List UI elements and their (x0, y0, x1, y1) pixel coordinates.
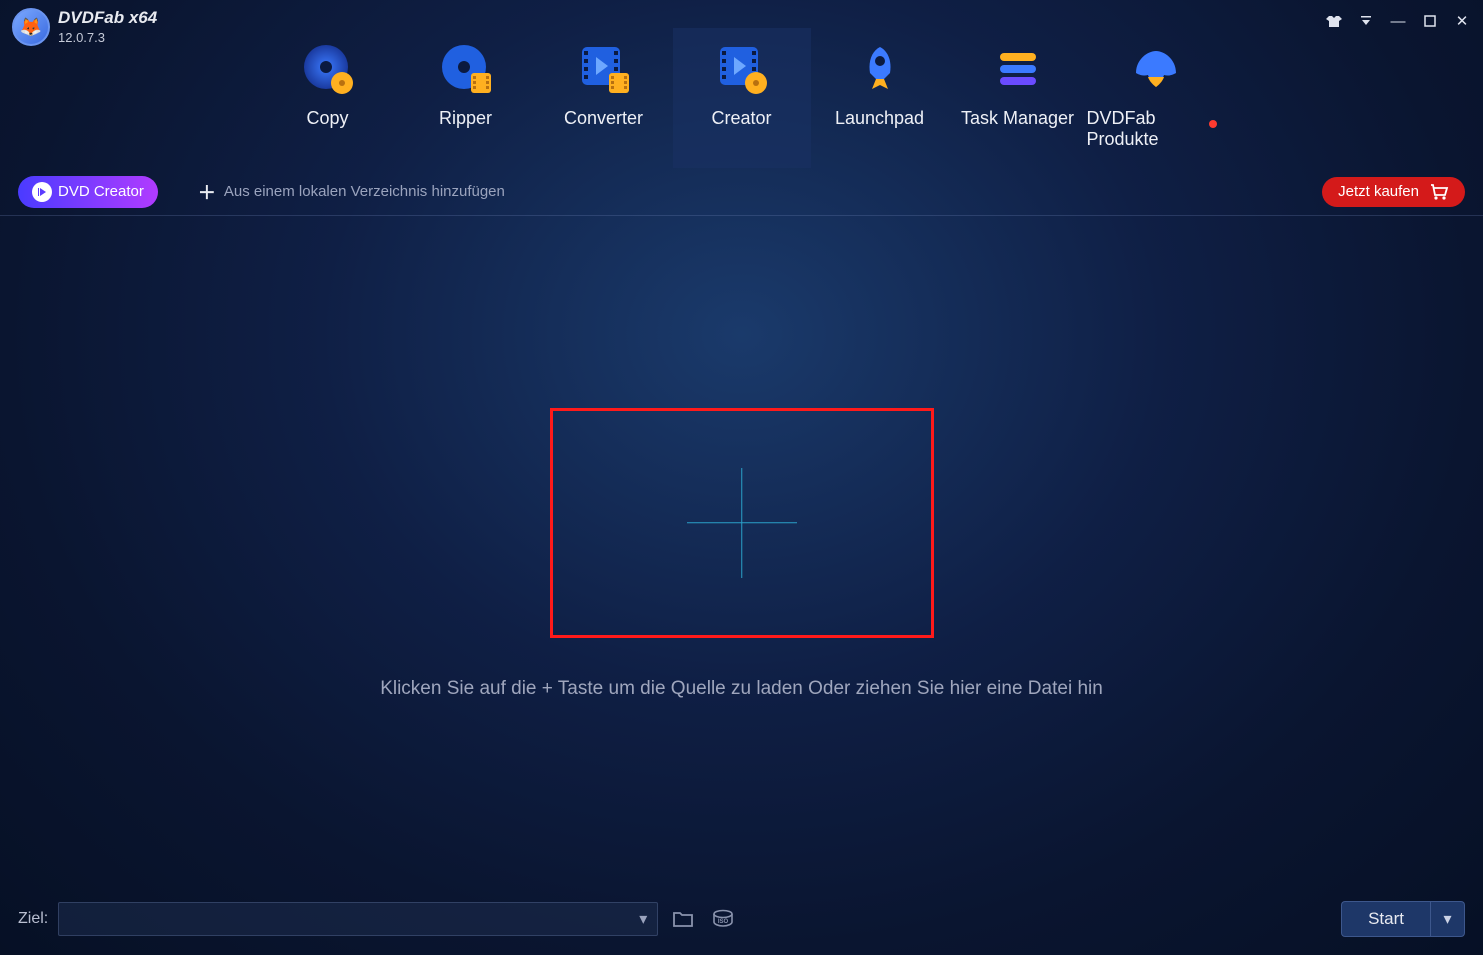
nav-label: Launchpad (835, 108, 924, 129)
mode-label: DVD Creator (58, 183, 144, 200)
add-source-dropzone[interactable] (550, 408, 934, 638)
nav-label: Converter (564, 108, 643, 129)
svg-text:ISO: ISO (718, 919, 729, 925)
converter-icon (575, 40, 633, 98)
plus-icon: ＋ (198, 179, 216, 205)
buy-now-button[interactable]: Jetzt kaufen (1322, 177, 1465, 207)
nav-converter[interactable]: Converter (535, 28, 673, 168)
nav-label: DVDFab Produkte (1087, 108, 1225, 150)
nav-ripper[interactable]: Ripper (397, 28, 535, 168)
ziel-dropdown[interactable]: ▾ (58, 902, 658, 936)
mode-selector[interactable]: DVD Creator (18, 176, 158, 208)
nav-launchpad[interactable]: Launchpad (811, 28, 949, 168)
rocket-icon (851, 40, 909, 98)
nav-creator[interactable]: Creator (673, 28, 811, 168)
nav-label: Task Manager (961, 108, 1074, 129)
cart-icon (1429, 183, 1449, 201)
notification-dot (1209, 120, 1217, 128)
disc-ripper-icon (437, 40, 495, 98)
task-list-icon (989, 40, 1047, 98)
products-icon (1127, 40, 1185, 98)
mode-icon (32, 182, 52, 202)
nav-label: Copy (306, 108, 348, 129)
plus-icon (687, 468, 797, 578)
app-name: DVDFab x64 (58, 8, 157, 28)
start-dropdown[interactable]: ▾ (1430, 902, 1464, 936)
add-local-button[interactable]: ＋ Aus einem lokalen Verzeichnis hinzufüg… (198, 179, 505, 205)
nav-copy[interactable]: Copy (259, 28, 397, 168)
start-button[interactable]: Start ▾ (1341, 901, 1465, 937)
folder-icon[interactable] (668, 904, 698, 934)
creator-icon (713, 40, 771, 98)
disc-copy-icon (299, 40, 357, 98)
iso-icon[interactable]: ISO (708, 904, 738, 934)
dropzone-hint: Klicken Sie auf die + Taste um die Quell… (380, 678, 1103, 700)
nav-task-manager[interactable]: Task Manager (949, 28, 1087, 168)
nav-products[interactable]: DVDFab Produkte (1087, 28, 1225, 168)
add-local-label: Aus einem lokalen Verzeichnis hinzufügen (224, 183, 505, 200)
chevron-down-icon: ▾ (639, 909, 647, 929)
nav-label: Creator (711, 108, 771, 129)
ziel-label: Ziel: (18, 910, 48, 928)
nav-label: Ripper (439, 108, 492, 129)
start-label: Start (1342, 902, 1430, 936)
buy-label: Jetzt kaufen (1338, 183, 1419, 200)
